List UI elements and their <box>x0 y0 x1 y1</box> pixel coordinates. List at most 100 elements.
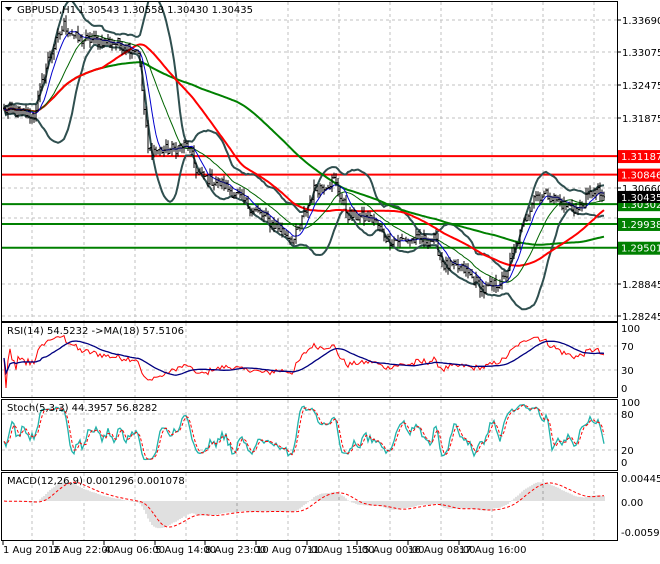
price-bar <box>597 183 599 195</box>
price-bar <box>555 194 557 203</box>
price-bar <box>399 237 401 248</box>
price-bar <box>491 277 493 291</box>
price-bar <box>527 213 529 222</box>
ohlc-label: 1.30543 1.30558 1.30430 1.30435 <box>78 5 253 16</box>
stoch-axis-label: 0 <box>621 458 627 469</box>
price-bar <box>331 174 333 192</box>
price-bar <box>221 177 223 190</box>
price-bar <box>579 199 581 211</box>
price-bar <box>415 228 417 245</box>
price-bar <box>117 37 119 46</box>
price-bar <box>69 32 71 37</box>
price-bar <box>539 192 541 205</box>
price-bar <box>465 263 467 277</box>
price-bar <box>167 140 169 155</box>
price-bar <box>209 168 211 186</box>
price-bar <box>535 191 537 202</box>
price-bar <box>293 238 295 246</box>
price-bar <box>405 236 407 243</box>
price-bar <box>65 15 67 35</box>
price-bar <box>71 29 73 36</box>
price-pane <box>2 2 617 311</box>
price-bar <box>157 149 159 155</box>
moving-average-slow <box>3 43 605 267</box>
price-bar <box>501 271 503 290</box>
moving-average-long <box>3 61 605 246</box>
price-pane-frame <box>1 1 618 322</box>
price-tick-label: 1.28245 <box>622 312 660 323</box>
price-bar <box>241 189 243 200</box>
price-bar <box>177 145 179 157</box>
price-bar <box>61 25 63 36</box>
price-bar <box>457 259 459 273</box>
trading-chart[interactable]: GBPUSD,H1 1.30543 1.30558 1.30430 1.3043… <box>0 0 660 560</box>
rsi-label: RSI(14) 54.5232 ->MA(18) 57.5106 <box>7 326 184 337</box>
rsi-axis-label: 0 <box>621 384 627 395</box>
price-bar <box>341 193 343 205</box>
price-bar <box>171 141 173 156</box>
price-bar <box>497 285 499 292</box>
price-bar <box>377 219 379 231</box>
price-tick-label: 1.31875 <box>622 114 660 125</box>
price-axis: 1.336901.330751.324751.318751.306601.288… <box>617 16 660 539</box>
price-bar <box>547 188 549 200</box>
price-bar <box>467 263 469 279</box>
rsi-axis-label: 70 <box>621 342 634 353</box>
symbol-label: GBPUSD,H1 <box>17 5 76 16</box>
price-bar <box>337 178 339 197</box>
price-bar <box>173 142 175 152</box>
price-bar <box>59 31 61 40</box>
price-bar <box>217 177 219 188</box>
price-bar <box>83 40 85 50</box>
price-bar <box>459 265 461 272</box>
price-bar <box>291 235 293 244</box>
price-bar <box>345 195 347 218</box>
price-bar <box>97 35 99 50</box>
stoch-label: Stoch(5,3,3) 44.3957 56.8282 <box>7 403 158 414</box>
price-bar <box>565 200 567 211</box>
price-bar <box>553 193 555 204</box>
price-bar <box>587 187 589 200</box>
price-bar <box>503 270 505 280</box>
price-bar <box>545 188 547 195</box>
price-bar <box>411 238 413 244</box>
price-bar <box>301 215 303 230</box>
price-tick-label: 1.33075 <box>622 48 660 59</box>
price-tick-label: 1.33690 <box>622 16 660 27</box>
price-bar <box>505 271 507 282</box>
price-tick-label: 1.28845 <box>622 280 660 291</box>
price-bar <box>87 32 89 41</box>
price-bar <box>165 139 167 154</box>
price-bar <box>395 239 397 242</box>
macd-axis-label: 0.00 <box>621 498 643 509</box>
price-bar <box>155 146 157 156</box>
price-bar <box>557 195 559 203</box>
rsi-axis-label: 30 <box>621 366 634 377</box>
price-bar <box>591 190 593 199</box>
dropdown-triangle-icon[interactable] <box>5 7 12 11</box>
price-bar <box>455 259 457 266</box>
price-bar <box>91 33 93 43</box>
level-price-label: 1.29938 <box>621 220 660 231</box>
price-bar <box>407 238 409 244</box>
stoch-axis-label: 100 <box>621 398 640 409</box>
price-bar <box>95 30 97 44</box>
price-bar <box>89 32 91 48</box>
price-bar <box>163 145 165 157</box>
rsi-axis-label: 100 <box>621 324 640 335</box>
price-bar <box>369 211 371 222</box>
rsi-pane <box>3 334 605 389</box>
rsi-line <box>3 334 605 389</box>
price-bar <box>77 25 79 43</box>
price-bar <box>367 210 369 222</box>
price-bar <box>403 237 405 240</box>
price-bar <box>189 147 191 154</box>
price-bar <box>159 147 161 156</box>
price-bar <box>277 218 279 233</box>
price-bar <box>529 206 531 222</box>
price-bar <box>401 233 403 241</box>
level-price-label: 1.30846 <box>621 171 660 182</box>
price-bar <box>169 147 171 154</box>
level-price-label: 1.31187 <box>621 152 660 163</box>
price-bar <box>323 184 325 195</box>
